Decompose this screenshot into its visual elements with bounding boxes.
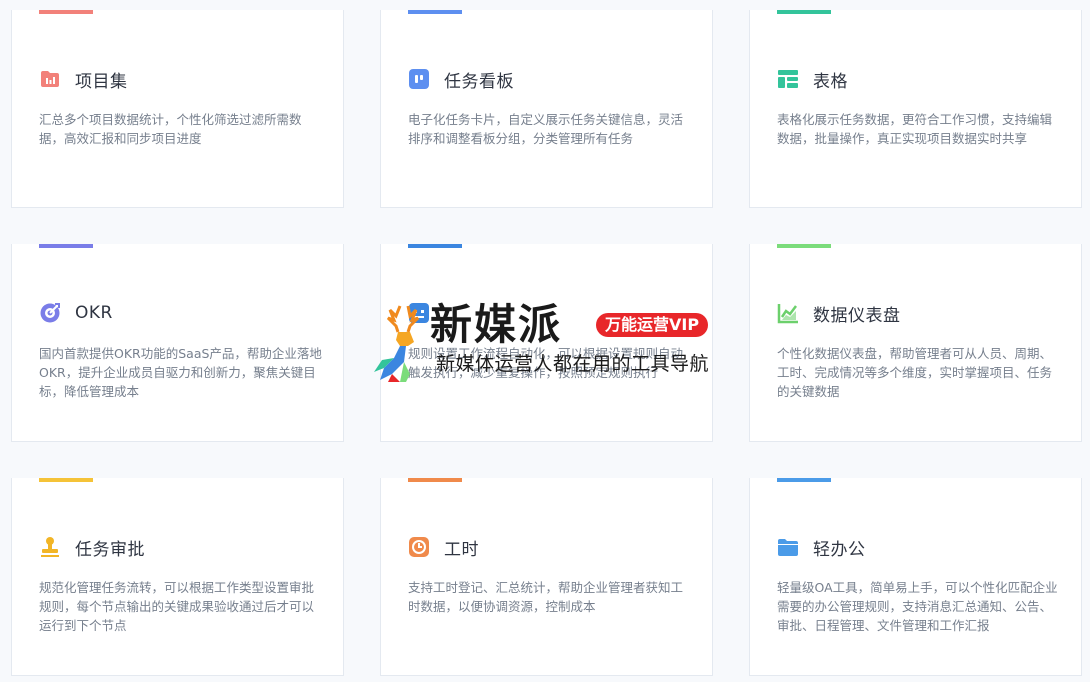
card-title: OKR: [75, 303, 113, 323]
card-accent-bar: [777, 244, 831, 248]
stamp-icon: [39, 536, 61, 558]
card-description: 个性化数据仪表盘，帮助管理者可从人员、周期、工时、完成情况等多个维度，实时掌握项…: [777, 346, 1053, 399]
card-title: 表格: [813, 71, 848, 92]
card-accent-bar: [777, 10, 831, 14]
feature-card-approval[interactable]: 任务审批 规范化管理任务流转，可以根据工作类型设置审批规则，每个节点输出的关键成…: [11, 478, 344, 676]
card-header: 项目集: [39, 67, 128, 92]
watermark-tagline: 新媒体运营人都在用的工具导航: [436, 353, 710, 375]
card-description: 汇总多个项目数据统计，个性化筛选过滤所需数据，高效汇报和同步项目进度: [39, 112, 302, 146]
feature-card-okr[interactable]: OKR 国内首款提供OKR功能的SaaS产品，帮助企业落地OKR，提升企业成员自…: [11, 244, 344, 442]
feature-grid: 项目集 汇总多个项目数据统计，个性化筛选过滤所需数据，高效汇报和同步项目进度 任…: [0, 0, 1090, 682]
card-description: 电子化任务卡片，自定义展示任务关键信息，灵活排序和调整看板分组，分类管理所有任务: [408, 112, 684, 146]
feature-card-light-office[interactable]: 轻办公 轻量级OA工具，简单易上手，可以个性化匹配企业需要的办公管理规则，支持消…: [749, 478, 1082, 676]
card-header: 任务看板: [408, 67, 514, 92]
feature-card-dashboard[interactable]: 数据仪表盘 个性化数据仪表盘，帮助管理者可从人员、周期、工时、完成情况等多个维度…: [749, 244, 1082, 442]
card-accent-bar: [777, 478, 831, 482]
card-description: 支持工时登记、汇总统计，帮助企业管理者获知工时数据，以便协调资源，控制成本: [408, 580, 684, 614]
folder-icon: [777, 536, 799, 558]
card-header: 表格: [777, 67, 848, 92]
feature-card-kanban[interactable]: 任务看板 电子化任务卡片，自定义展示任务关键信息，灵活排序和调整看板分组，分类管…: [380, 10, 713, 208]
card-accent-bar: [39, 244, 93, 248]
card-description: 规范化管理任务流转，可以根据工作类型设置审批规则，每个节点输出的关键成果验收通过…: [39, 580, 315, 633]
card-description: 表格化展示任务数据，更符合工作习惯，支持编辑数据，批量操作，真正实现项目数据实时…: [777, 112, 1053, 146]
feature-card-timesheet[interactable]: 工时 支持工时登记、汇总统计，帮助企业管理者获知工时数据，以便协调资源，控制成本: [380, 478, 713, 676]
feature-card-table[interactable]: 表格 表格化展示任务数据，更符合工作习惯，支持编辑数据，批量操作，真正实现项目数…: [749, 10, 1082, 208]
table-icon: [777, 68, 799, 90]
watermark-brand: 新媒派: [430, 300, 563, 349]
card-header: 工时: [408, 535, 479, 560]
watermark-vip-badge: 万能运营VIP: [596, 313, 709, 337]
card-title: 数据仪表盘: [813, 305, 901, 326]
card-title: 轻办公: [813, 539, 866, 560]
feature-card-project-set[interactable]: 项目集 汇总多个项目数据统计，个性化筛选过滤所需数据，高效汇报和同步项目进度: [11, 10, 344, 208]
deer-logo-icon: [370, 302, 432, 388]
card-header: 任务审批: [39, 535, 145, 560]
card-title: 任务审批: [75, 539, 145, 560]
card-accent-bar: [408, 244, 462, 248]
card-header: 轻办公: [777, 535, 866, 560]
card-accent-bar: [408, 478, 462, 482]
watermark-overlay: 新媒派 万能运营VIP 新媒体运营人都在用的工具导航: [370, 300, 730, 382]
kanban-icon: [408, 68, 430, 90]
card-title: 项目集: [75, 71, 128, 92]
card-header: 数据仪表盘: [777, 301, 901, 326]
chart-icon: [777, 302, 799, 324]
card-accent-bar: [39, 478, 93, 482]
clock-icon: [408, 536, 430, 558]
card-accent-bar: [39, 10, 93, 14]
card-header: OKR: [39, 301, 113, 325]
target-icon: [39, 302, 61, 324]
project-set-icon: [39, 68, 61, 90]
card-title: 工时: [444, 539, 479, 560]
card-accent-bar: [408, 10, 462, 14]
card-description: 轻量级OA工具，简单易上手，可以个性化匹配企业需要的办公管理规则，支持消息汇总通…: [777, 580, 1058, 633]
card-title: 任务看板: [444, 71, 514, 92]
card-description: 国内首款提供OKR功能的SaaS产品，帮助企业落地OKR，提升企业成员自驱力和创…: [39, 346, 322, 399]
